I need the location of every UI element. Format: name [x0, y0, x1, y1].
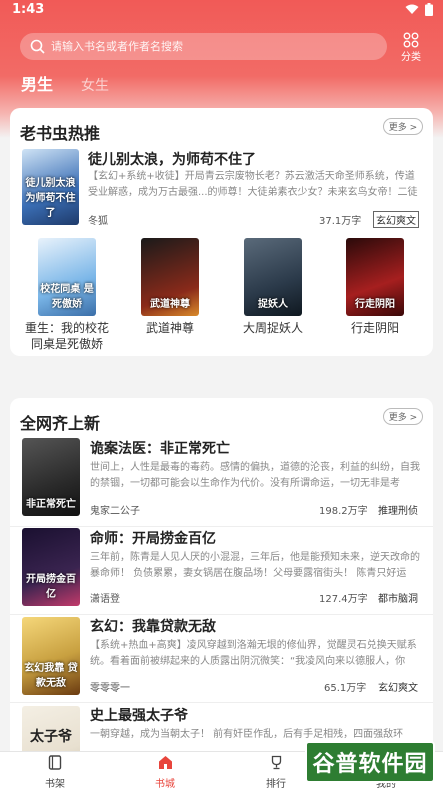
nav-ranking[interactable]: 排行 — [246, 755, 306, 789]
search-input[interactable] — [51, 40, 351, 53]
category-button[interactable]: 分类 — [397, 32, 425, 63]
book-cover: 行走阴阳 — [346, 238, 404, 316]
more-button[interactable]: 更多 > — [383, 118, 423, 135]
book-description: 世间上，人性是最毒的毒药。感情的偏执，道德的沦丧，利益的纠纷，自我的禁锢，一切都… — [90, 462, 420, 489]
book-title: 命师：开局捞金百亿 — [90, 531, 216, 547]
book-genre: 都市脑洞 — [378, 594, 418, 605]
book-cover: 非正常死亡 — [22, 438, 80, 516]
cover-title: 武道神尊 — [150, 299, 190, 310]
book-cover: 徒儿别太浪 为师苟不住了 — [22, 149, 79, 225]
divider — [10, 702, 433, 703]
wifi-icon — [405, 4, 419, 14]
cover-title: 捉妖人 — [258, 299, 288, 310]
cover-title: 校花同桌 是死傲娇 — [40, 284, 94, 310]
book-word-count: 198.2万字 — [319, 506, 368, 517]
section-new-releases: 全网齐上新 更多 > 非正常死亡 诡案法医：非正常死亡 世间上，人性是最毒的毒药… — [10, 398, 433, 789]
category-icon — [403, 32, 419, 48]
book-cover: 玄幻我靠 贷款无敌 — [22, 617, 80, 695]
cover-title: 开局捞金百亿 — [26, 574, 76, 600]
watermark-logo: 谷普软件园 — [305, 741, 435, 783]
tab-female[interactable]: 女生 — [81, 75, 109, 95]
battery-icon — [425, 3, 433, 16]
cover-title: 徒儿别太浪 为师苟不住了 — [25, 178, 76, 219]
section-title: 老书虫热推 — [20, 124, 101, 143]
cover-title: 非正常死亡 — [26, 499, 76, 510]
search-bar[interactable] — [20, 33, 387, 60]
book-author: 潇语登 — [90, 594, 120, 605]
book-cover: 校花同桌 是死傲娇 — [38, 238, 96, 316]
book-title: 行走阴阳 — [350, 321, 399, 335]
book-author: 鬼家二公子 — [90, 506, 140, 517]
book-title: 诡案法医：非正常死亡 — [90, 441, 230, 457]
gender-tabs: 男生 女生 — [21, 71, 109, 95]
book-title: 史上最强太子爷 — [90, 708, 188, 724]
category-label: 分类 — [401, 52, 421, 63]
book-description: 【系统+热血+高爽】凌风穿越到洛瀚无垠的修仙界，觉醒灵石兑换天赋系统。看着面前被… — [90, 640, 417, 667]
nav-label: 书城 — [155, 779, 175, 789]
status-bar: 1:43 — [0, 0, 443, 22]
cover-title: 玄幻我靠 贷款无敌 — [24, 663, 78, 689]
search-icon — [30, 39, 45, 54]
divider — [10, 526, 433, 527]
book-author: 零零零一 — [90, 683, 130, 694]
book-title: 武道神尊 — [145, 321, 194, 335]
cover-title: 太子爷 — [30, 729, 72, 745]
book-genre: 玄幻爽文 — [378, 683, 418, 694]
nav-bookstore[interactable]: 书城 — [135, 755, 195, 789]
nav-label: 排行 — [266, 779, 286, 789]
section-title: 全网齐上新 — [20, 414, 101, 433]
book-word-count: 65.1万字 — [324, 683, 367, 694]
status-icons — [405, 3, 433, 16]
tab-male[interactable]: 男生 — [21, 71, 53, 95]
book-word-count: 37.1万字 — [319, 216, 362, 227]
book-cover: 开局捞金百亿 — [22, 528, 80, 606]
book-description: 【玄幻+系统+收徒】开局青云宗废物长老？苏云激活天命圣师系统，传道受业解惑，成为… — [88, 171, 418, 198]
book-word-count: 127.4万字 — [319, 594, 368, 605]
more-button[interactable]: 更多 > — [383, 408, 423, 425]
nav-label: 书架 — [45, 779, 65, 789]
divider — [10, 614, 433, 615]
book-title: 重生：我的校花同桌是死傲娇 — [24, 321, 109, 351]
bookshelf-icon — [48, 755, 62, 770]
book-title: 大周捉妖人 — [242, 321, 303, 335]
book-description: 三年前，陈青是人见人厌的小混混，三年后，他是能预知未来，逆天改命的暴命师！ 负债… — [90, 552, 420, 579]
section-old-reader-picks: 老书虫热推 更多 > 徒儿别太浪 为师苟不住了 徒儿别太浪，为师苟不住了 【玄幻… — [10, 108, 433, 356]
book-title: 徒儿别太浪，为师苟不住了 — [88, 152, 256, 168]
cover-title: 行走阴阳 — [355, 299, 395, 310]
trophy-icon — [271, 755, 281, 770]
home-icon — [158, 756, 172, 769]
book-title: 玄幻：我靠贷款无敌 — [90, 619, 216, 635]
book-genre: 推理刑侦 — [378, 506, 418, 517]
book-cover: 武道神尊 — [141, 238, 199, 316]
status-time: 1:43 — [12, 2, 45, 17]
book-author: 冬狐 — [88, 216, 108, 227]
book-genre: 玄幻爽文 — [373, 211, 419, 228]
nav-bookshelf[interactable]: 书架 — [25, 755, 85, 789]
book-cover: 捉妖人 — [244, 238, 302, 316]
